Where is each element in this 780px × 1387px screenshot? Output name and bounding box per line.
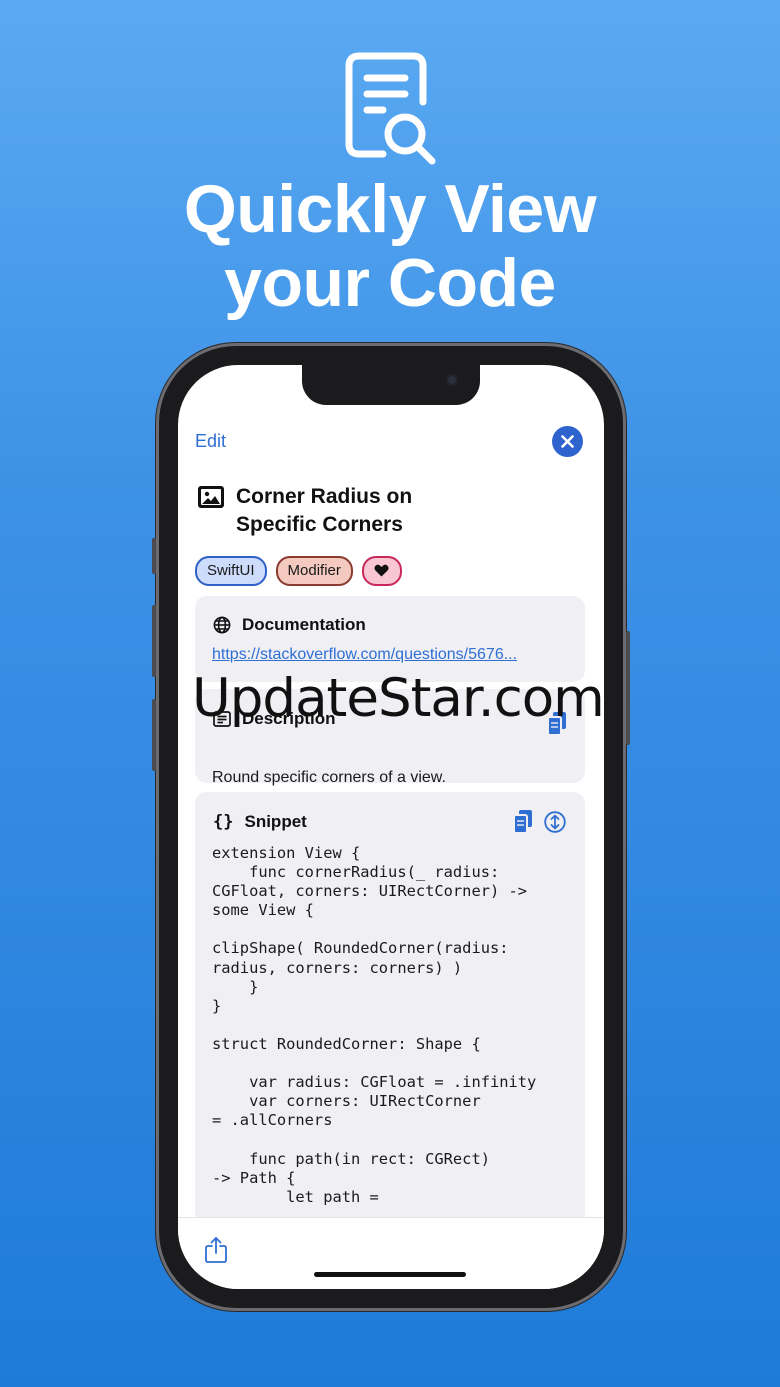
page-title: Corner Radius on Specific Corners [236, 483, 496, 539]
code-braces-icon: {} [213, 812, 234, 832]
headline-line-2: your Code [224, 245, 556, 321]
power-button [626, 631, 630, 745]
headline: Quickly View your Code [0, 172, 780, 320]
expand-vertical-icon[interactable] [544, 811, 566, 833]
description-text: Round specific corners of a view. [212, 769, 446, 786]
tag-swiftui[interactable]: SwiftUI [195, 556, 267, 586]
document-magnifier-icon [345, 52, 436, 165]
heart-icon [374, 564, 389, 577]
snippet-card: {} Snippet extension View { func cornerR… [195, 792, 585, 1242]
page-title-line-1: Corner Radius on [236, 485, 413, 508]
phone-screen: Edit Corner Radius on Specific Corners S… [178, 365, 604, 1289]
silent-switch [152, 538, 156, 574]
front-camera [446, 374, 458, 386]
close-button[interactable] [552, 426, 583, 457]
favorite-tag[interactable] [361, 556, 402, 586]
home-indicator [314, 1272, 466, 1277]
copy-snippet-icon[interactable] [513, 810, 533, 834]
documentation-heading: Documentation [242, 615, 366, 634]
page-title-line-2: Specific Corners [236, 513, 403, 536]
snippet-header: {} Snippet [213, 812, 307, 832]
snippet-heading: Snippet [244, 812, 307, 831]
phone-frame: Edit Corner Radius on Specific Corners S… [152, 343, 630, 1311]
watermark: UpdateStar.com [192, 668, 605, 729]
code-block[interactable]: extension View { func cornerRadius(_ rad… [212, 844, 572, 1207]
tag-list: SwiftUI Modifier [195, 556, 402, 586]
bottom-toolbar [178, 1217, 604, 1289]
edit-button[interactable]: Edit [195, 431, 226, 452]
globe-icon [213, 616, 231, 634]
close-icon [561, 435, 574, 448]
volume-up-button [152, 605, 156, 677]
share-icon[interactable] [204, 1236, 228, 1264]
volume-down-button [152, 699, 156, 771]
documentation-header: Documentation [213, 615, 366, 635]
documentation-link[interactable]: https://stackoverflow.com/questions/5676… [212, 646, 517, 664]
notch [302, 365, 480, 405]
photo-icon [198, 486, 224, 508]
headline-line-1: Quickly View [183, 171, 597, 247]
tag-modifier[interactable]: Modifier [275, 556, 353, 586]
